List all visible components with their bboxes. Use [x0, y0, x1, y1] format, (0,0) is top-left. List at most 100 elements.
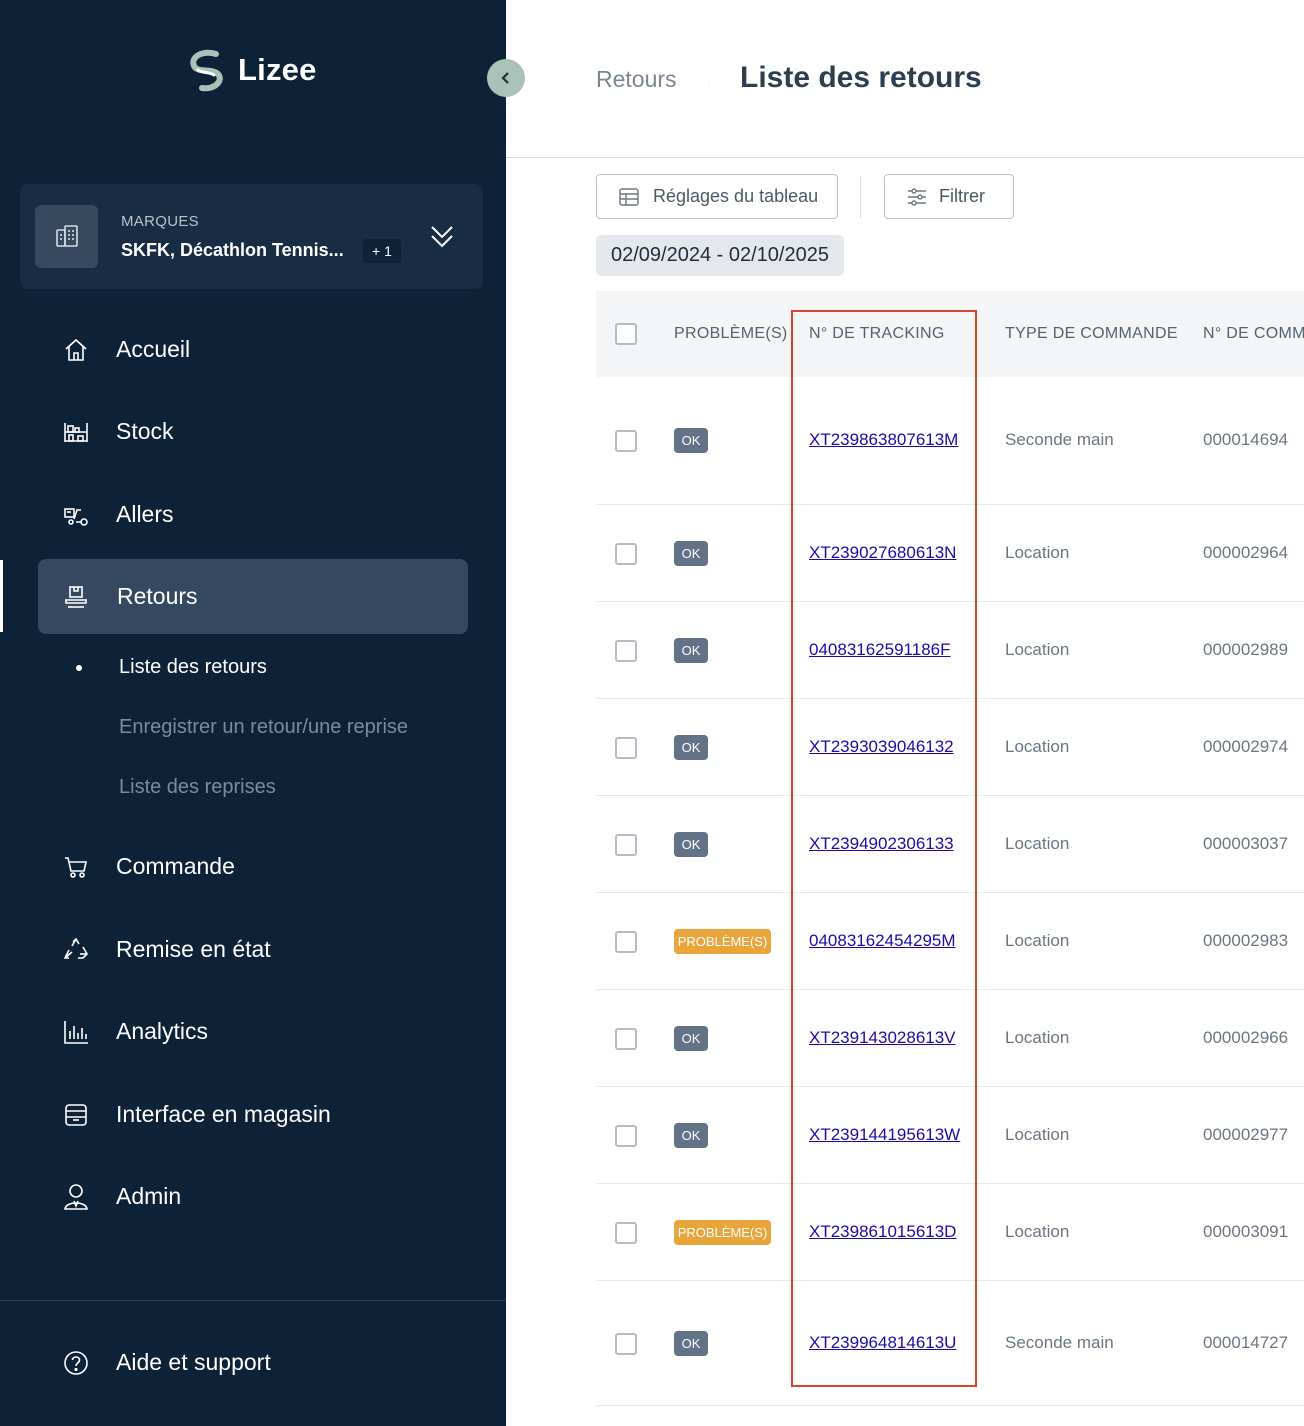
table-settings-button[interactable]: Réglages du tableau [596, 174, 838, 219]
nav-item-allers[interactable]: Allers [38, 477, 468, 552]
order-type-cell: Location [1005, 834, 1070, 853]
date-range-chip[interactable]: 02/09/2024 - 02/10/2025 [596, 235, 844, 276]
tracking-link[interactable]: XT239964814613U [809, 1333, 956, 1353]
breadcrumb-separator [708, 78, 710, 86]
logo-text: Lizee [238, 52, 317, 87]
nav-item-analytics[interactable]: Analytics [38, 994, 468, 1069]
table-row[interactable]: PROBLÈME(S) XT239861015613D Location 000003… [596, 1184, 1304, 1281]
table-row[interactable]: OK XT239964814613U Seconde main 000014727 [596, 1281, 1304, 1406]
filter-button[interactable]: Filtrer [884, 174, 1014, 219]
column-header-tracking[interactable]: N° DE TRACKING [809, 325, 945, 343]
table-row[interactable]: OK XT2393039046132 Location 000002974 [596, 699, 1304, 796]
row-checkbox[interactable] [615, 430, 637, 452]
table-row[interactable]: OK 04083162591186F Location 000002989 [596, 602, 1304, 699]
nav-item-stock[interactable]: Stock [38, 394, 468, 469]
nav-label-aide-support: Aide et support [116, 1349, 271, 1375]
column-header-order-type[interactable]: TYPE DE COMMANDE [1005, 325, 1178, 343]
nav-item-remise-en-etat[interactable]: Remise en état [38, 912, 468, 987]
brand-more-count: + 1 [363, 239, 401, 263]
delivery-icon [62, 501, 90, 529]
row-checkbox[interactable] [615, 1028, 637, 1050]
status-badge: PROBLÈME(S) [674, 929, 771, 954]
table-row[interactable]: PROBLÈME(S) 04083162454295M Location 000002… [596, 893, 1304, 990]
subnav-liste-retours[interactable]: Liste des retours [119, 656, 267, 679]
column-header-problems[interactable]: PROBLÈME(S) [674, 325, 788, 343]
lizee-logo-icon [190, 49, 223, 92]
status-badge: PROBLÈME(S) [674, 1220, 771, 1245]
brand-selector-value: SKFK, Décathlon Tennis... [121, 240, 344, 260]
table-row[interactable]: OK XT239144195613W Location 000002977 [596, 1087, 1304, 1184]
row-checkbox[interactable] [615, 1333, 637, 1355]
nav-item-interface-magasin[interactable]: Interface en magasin [38, 1077, 468, 1152]
table-row[interactable]: OK XT2394902306133 Location 000003037 [596, 796, 1304, 893]
row-checkbox[interactable] [615, 931, 637, 953]
shelf-icon [62, 418, 90, 446]
row-checkbox[interactable] [615, 1222, 637, 1244]
tracking-link[interactable]: 04083162454295M [809, 931, 956, 951]
tracking-link[interactable]: XT239861015613D [809, 1222, 956, 1242]
page-header: Retours Liste des retours [506, 0, 1304, 158]
order-type-cell: Location [1005, 737, 1070, 756]
nav-item-accueil[interactable]: Accueil [38, 312, 468, 387]
table-row[interactable]: OK XT239863807613M Seconde main 000014694 [596, 377, 1304, 505]
order-number-cell: 000002989 [1203, 640, 1289, 659]
row-checkbox[interactable] [615, 737, 637, 759]
tracking-link[interactable]: XT239143028613V [809, 1028, 956, 1048]
nav-label-interface-magasin: Interface en magasin [116, 1101, 331, 1127]
tracking-link[interactable]: 04083162591186F [809, 640, 951, 660]
order-type-cell: Location [1005, 931, 1070, 950]
select-all-checkbox[interactable] [615, 323, 637, 345]
table-row[interactable]: OK XT239143028613V Location 000002966 [596, 990, 1304, 1087]
recycle-icon [62, 936, 90, 964]
table-row[interactable]: OK XT239027680613N Location 000002964 [596, 505, 1304, 602]
nav-label-allers: Allers [116, 501, 174, 527]
sidebar-divider [0, 1300, 506, 1301]
tracking-link[interactable]: XT239144195613W [809, 1125, 960, 1145]
nav-label-admin: Admin [116, 1183, 182, 1209]
status-badge: OK [674, 1026, 708, 1051]
collapse-sidebar-button[interactable] [487, 59, 525, 97]
order-type-cell: Location [1005, 640, 1070, 659]
tracking-link[interactable]: XT239027680613N [809, 543, 956, 563]
store-icon [62, 1101, 90, 1129]
tracking-link[interactable]: XT239863807613M [809, 430, 958, 450]
nav-item-admin[interactable]: Admin [38, 1159, 468, 1234]
user-admin-icon [62, 1183, 90, 1211]
main-content: Retours Liste des retours Réglages du ta… [506, 0, 1304, 1426]
bar-chart-icon [62, 1018, 90, 1046]
column-header-order-number[interactable]: N° DE COMMA [1203, 325, 1304, 343]
nav-item-retours[interactable]: Retours [38, 559, 468, 634]
row-checkbox[interactable] [615, 1125, 637, 1147]
subnav-liste-reprises[interactable]: Liste des reprises [119, 776, 276, 799]
order-number-cell: 000002974 [1203, 737, 1289, 756]
return-box-icon [62, 583, 90, 611]
sidebar: Lizee MARQUES SKFK, Décathlon Tennis... … [0, 0, 506, 1426]
lizee-logo[interactable]: Lizee [186, 48, 317, 92]
chevron-left-icon [501, 72, 509, 84]
order-number-cell: 000003037 [1203, 834, 1289, 853]
row-checkbox[interactable] [615, 640, 637, 662]
order-type-cell: Location [1005, 543, 1070, 562]
cart-icon [62, 853, 90, 881]
order-number-cell: 000002964 [1203, 543, 1289, 562]
filter-label: Filtrer [939, 186, 985, 206]
toolbar-separator [860, 176, 861, 218]
nav-label-commande: Commande [116, 853, 235, 879]
nav-item-aide-support[interactable]: Aide et support [38, 1325, 468, 1400]
double-chevron-down-icon[interactable] [429, 222, 455, 252]
tracking-link[interactable]: XT2394902306133 [809, 834, 954, 854]
building-icon [35, 205, 98, 268]
brand-selector[interactable]: MARQUES SKFK, Décathlon Tennis... + 1 [20, 184, 483, 289]
subnav-enregistrer-retour[interactable]: Enregistrer un retour/une reprise [119, 716, 408, 739]
order-type-cell: Location [1005, 1125, 1070, 1144]
row-checkbox[interactable] [615, 834, 637, 856]
status-badge: OK [674, 541, 708, 566]
row-checkbox[interactable] [615, 543, 637, 565]
nav-label-remise-en-etat: Remise en état [116, 936, 271, 962]
breadcrumb-retours[interactable]: Retours [596, 66, 677, 93]
tracking-link[interactable]: XT2393039046132 [809, 737, 954, 757]
nav-item-commande[interactable]: Commande [38, 829, 468, 904]
home-icon [62, 336, 90, 364]
nav-label-stock: Stock [116, 418, 174, 444]
order-number-cell: 000003091 [1203, 1222, 1289, 1241]
